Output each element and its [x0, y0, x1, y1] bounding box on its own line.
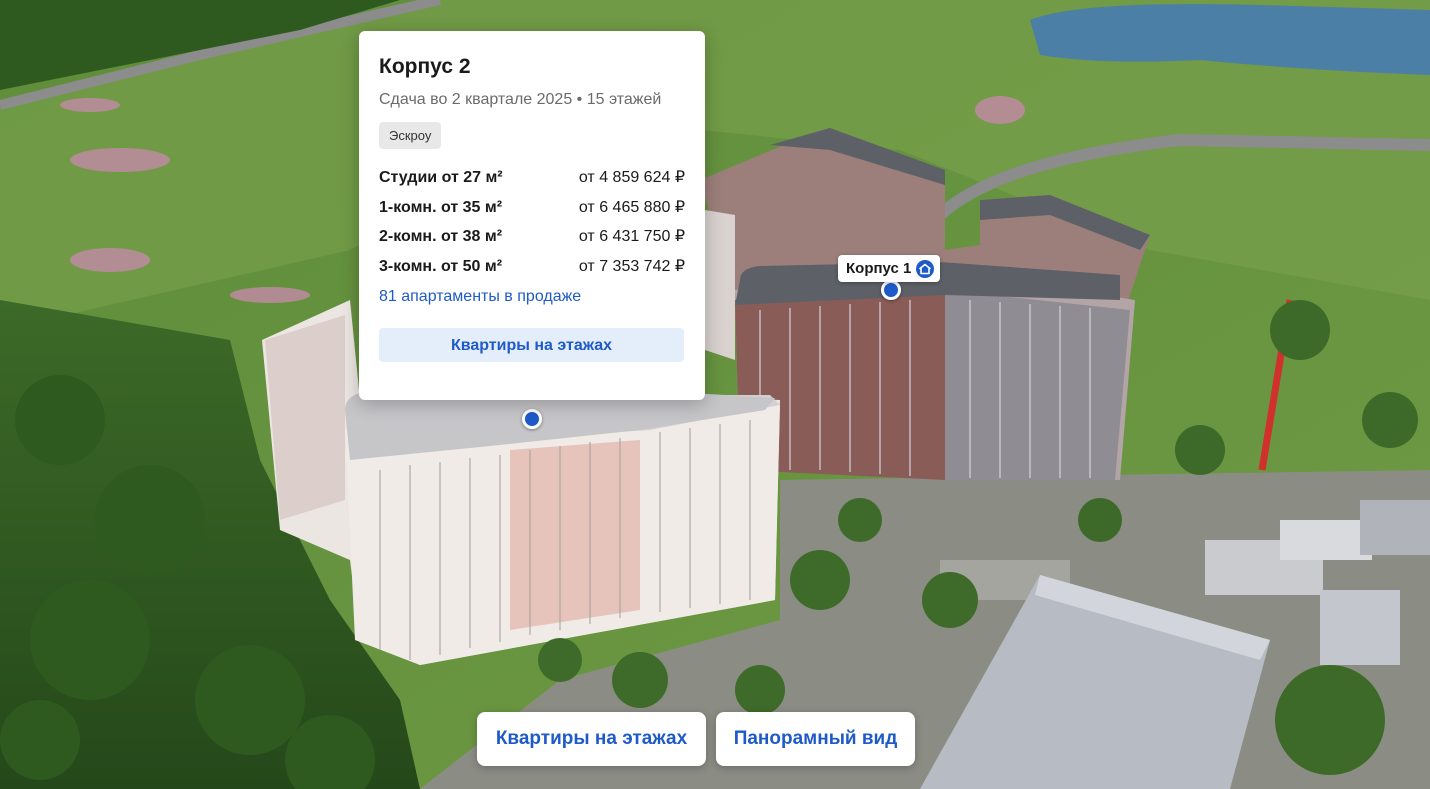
apartment-row: 2-комн. от 38 м² от 6 431 750 ₽: [379, 222, 685, 252]
building-1-label-text: Корпус 1: [846, 260, 912, 277]
building-1-label[interactable]: Корпус 1: [838, 255, 941, 282]
apartment-price: от 4 859 624 ₽: [578, 169, 685, 186]
building-info-popup: Корпус 2 Сдача во 2 квартале 2025 • 15 э…: [359, 31, 705, 400]
apartment-type: 3-комн. от 50 м²: [379, 257, 503, 275]
popup-title: Корпус 2: [379, 55, 471, 78]
apartment-type: 1-комн. от 35 м²: [379, 198, 503, 216]
building-2-marker[interactable]: [522, 409, 542, 429]
apartment-list: Студии от 27 м² от 4 859 624 ₽ 1-комн. о…: [379, 163, 685, 281]
floors-button[interactable]: Квартиры на этажах: [477, 712, 706, 766]
apartment-type: 2-комн. от 38 м²: [379, 228, 503, 245]
apartment-price: от 6 465 880 ₽: [578, 198, 685, 216]
apartment-price: от 7 353 742 ₽: [578, 257, 685, 275]
panorama-button[interactable]: Панорамный вид: [716, 712, 915, 766]
apartment-row: 3-комн. от 50 м² от 7 353 742 ₽: [379, 252, 685, 282]
escrow-badge: Эскроу: [379, 122, 442, 149]
apartment-row: 1-комн. от 35 м² от 6 465 880 ₽: [379, 193, 685, 223]
apartment-price: от 6 431 750 ₽: [578, 228, 685, 245]
apartment-row: Студии от 27 м² от 4 859 624 ₽: [379, 163, 685, 193]
home-icon: [916, 259, 935, 278]
apartments-for-sale-link[interactable]: 81 апартаменты в продаже: [379, 287, 685, 307]
building-1-marker[interactable]: [881, 280, 901, 300]
popup-floors-button[interactable]: Квартиры на этажах: [379, 328, 684, 362]
popup-subtitle: Сдача во 2 квартале 2025 • 15 этажей: [379, 91, 662, 108]
apartment-type: Студии от 27 м²: [379, 169, 503, 186]
aerial-view[interactable]: [0, 0, 1430, 789]
